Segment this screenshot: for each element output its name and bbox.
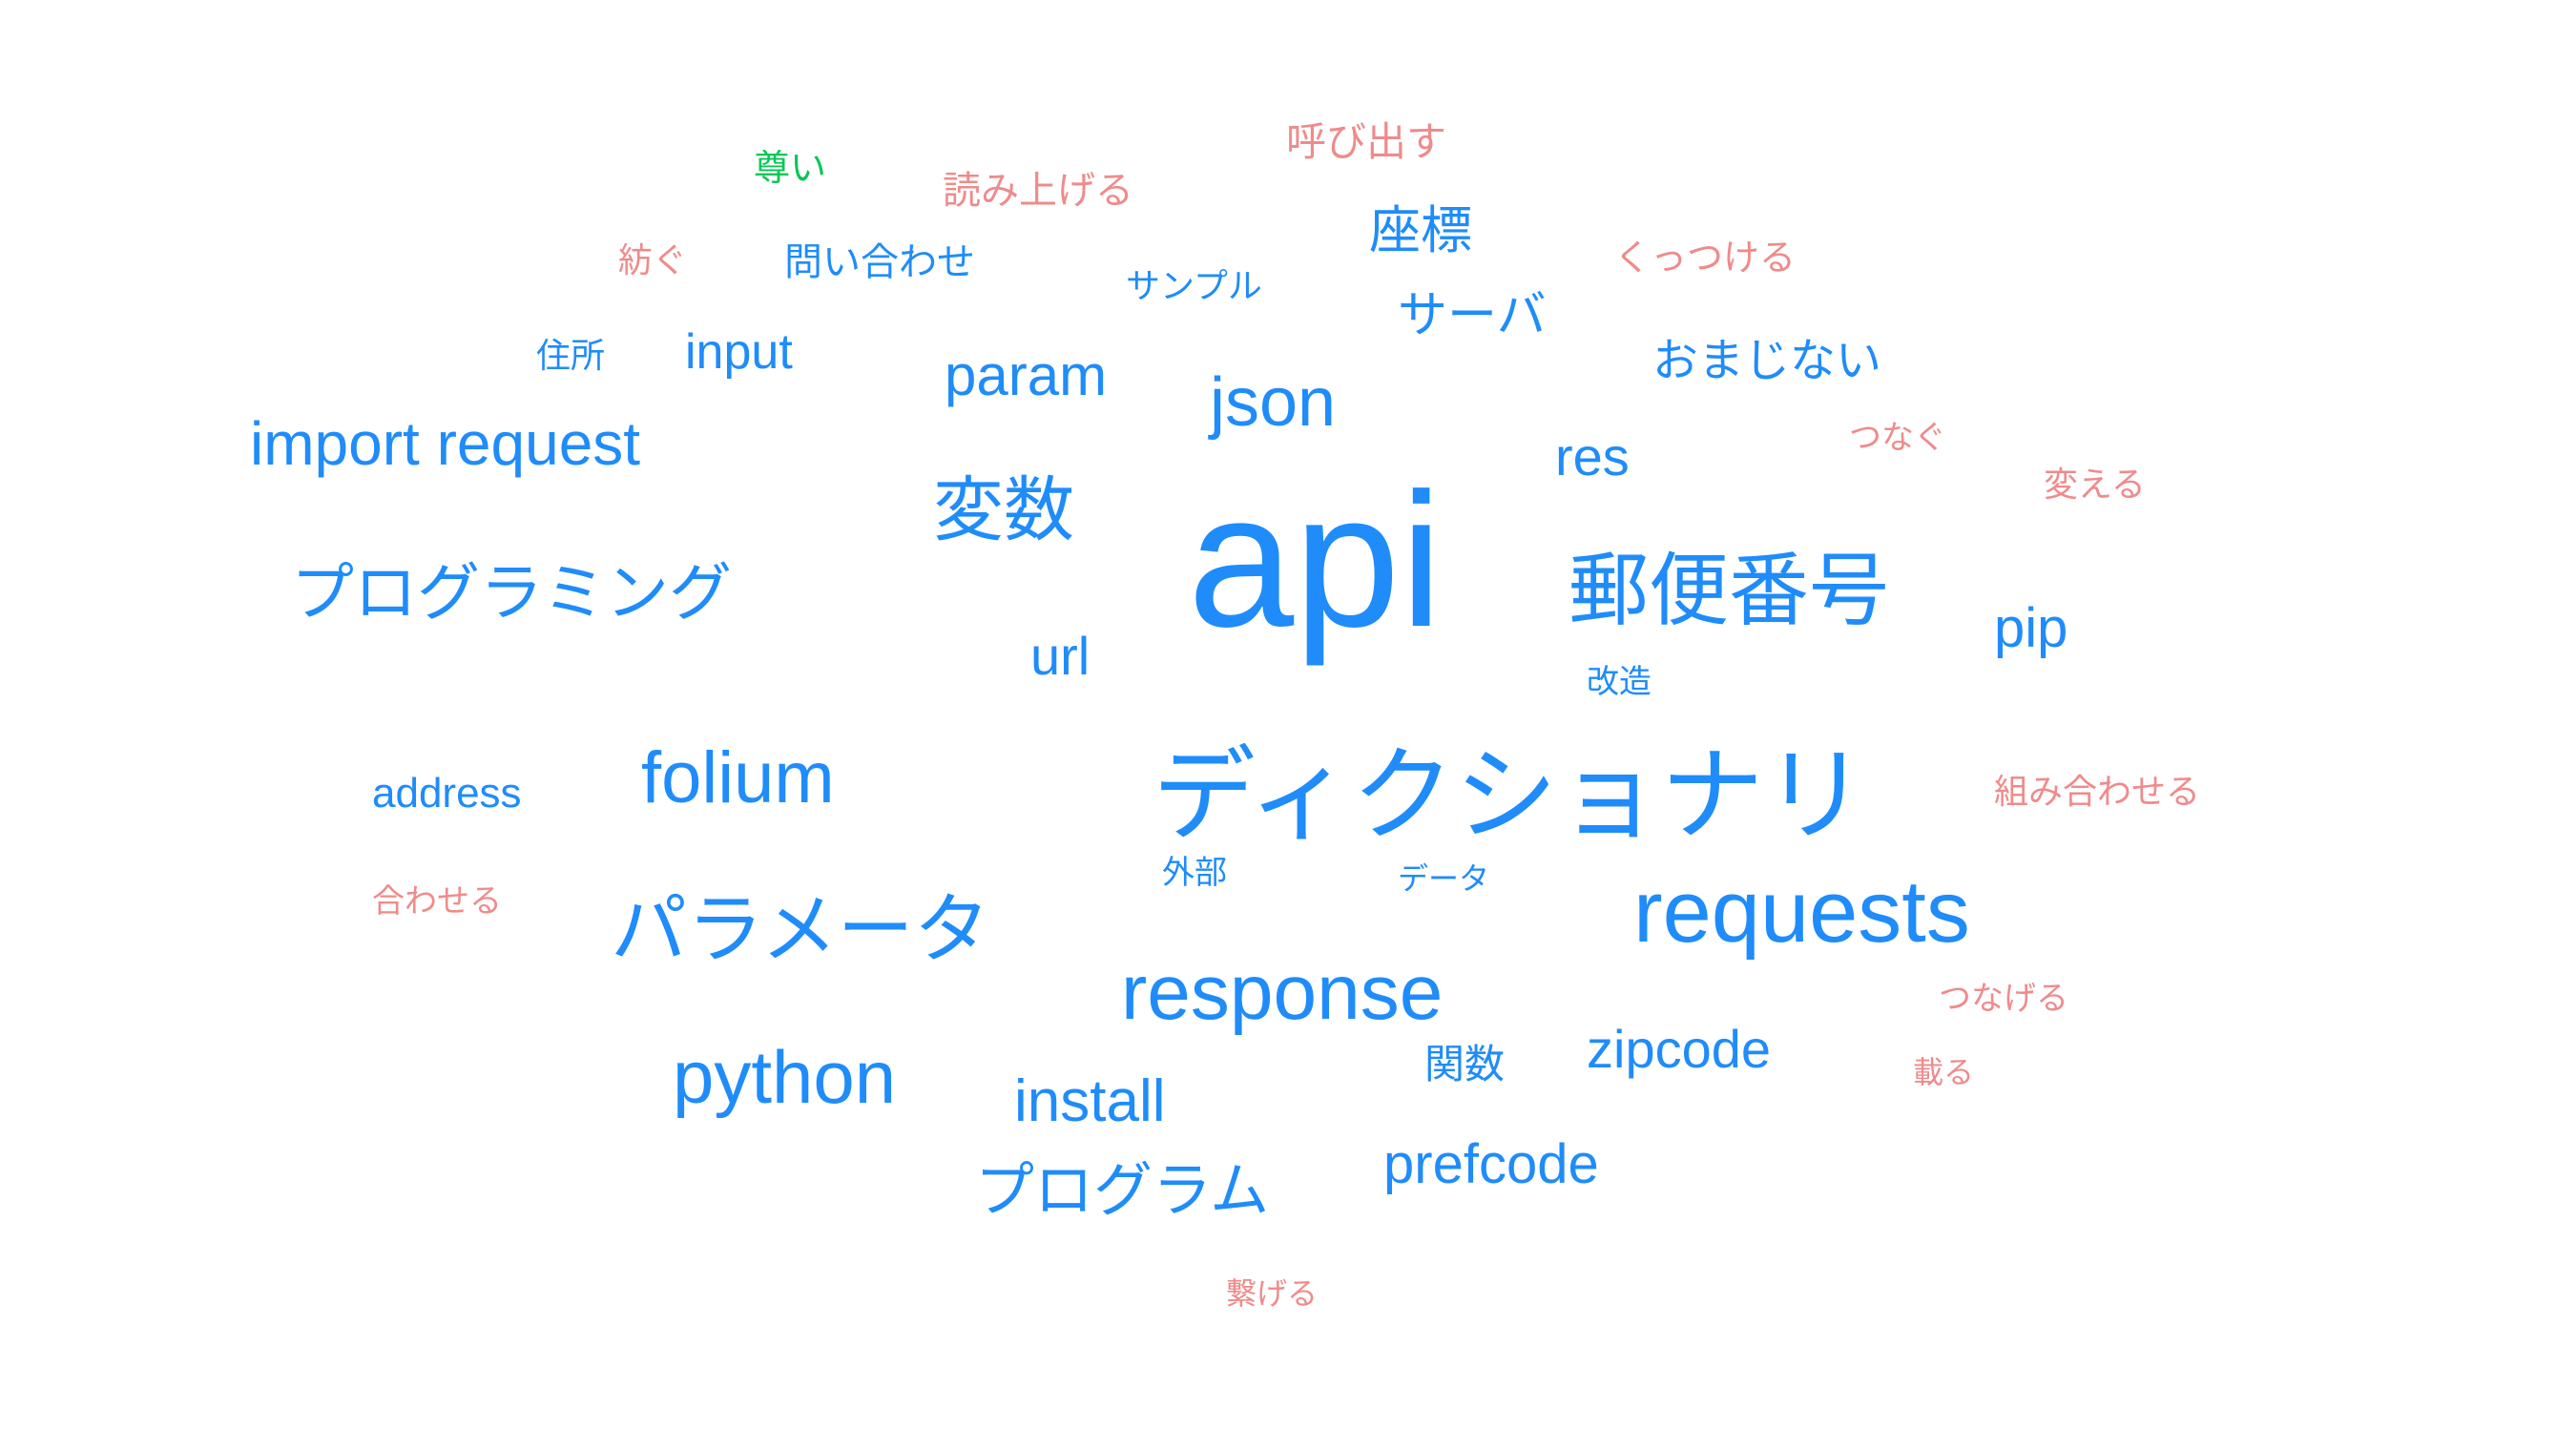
word-cloud-term: 改造	[1587, 664, 1652, 700]
word-cloud-term: install	[1014, 1068, 1166, 1134]
word-cloud-term: 関数	[1424, 1042, 1506, 1087]
word-cloud-term: 呼び出す	[1286, 119, 1447, 164]
word-cloud-term: res	[1555, 426, 1630, 486]
word-cloud-term: 載る	[1913, 1055, 1975, 1089]
word-cloud-term: 組み合わせる	[1994, 772, 2201, 811]
word-cloud-term: 紡ぐ	[618, 240, 688, 279]
word-cloud-term: サーバ	[1398, 288, 1547, 343]
word-cloud-term: くっつける	[1614, 238, 1797, 279]
word-cloud-term: ディクショナリ	[1153, 737, 1867, 853]
word-cloud-term: folium	[641, 737, 835, 818]
word-cloud-term: python	[673, 1035, 897, 1119]
word-cloud-term: プログラミング	[291, 557, 732, 628]
word-cloud-term: サンプル	[1126, 266, 1262, 305]
word-cloud-term: つなげる	[1939, 981, 2068, 1017]
word-cloud-term: json	[1210, 364, 1337, 441]
word-cloud-term: 繋げる	[1226, 1276, 1319, 1311]
word-cloud-term: 座標	[1369, 202, 1472, 259]
word-cloud-term: つなぐ	[1849, 420, 1946, 456]
word-cloud-term: 外部	[1162, 855, 1227, 891]
word-cloud-canvas: api ディクショナリ requests response 郵便番号パラメータ pytho…	[0, 0, 2576, 1449]
word-cloud-term: 住所	[536, 336, 606, 375]
word-cloud-term: address	[372, 770, 522, 817]
word-cloud-term: プログラム	[975, 1158, 1270, 1224]
word-cloud-term: pip	[1994, 597, 2068, 659]
word-cloud-term: 問い合わせ	[784, 241, 975, 283]
word-cloud-term: input	[685, 324, 793, 380]
word-cloud-term: データ	[1398, 861, 1490, 896]
word-cloud-term: response	[1121, 949, 1444, 1036]
word-cloud-term: requests	[1633, 863, 1970, 961]
word-cloud-term: 変数	[933, 470, 1074, 549]
word-cloud-term: prefcode	[1383, 1133, 1599, 1195]
word-cloud-term: 合わせる	[372, 883, 502, 920]
word-cloud-term: 尊い	[754, 149, 827, 189]
word-cloud-term: zipcode	[1587, 1019, 1772, 1079]
word-cloud-term: 郵便番号	[1568, 546, 1890, 635]
word-cloud-term: url	[1030, 626, 1091, 686]
word-cloud-term: api	[1188, 454, 1443, 667]
word-cloud-term: パラメータ	[611, 887, 990, 972]
word-cloud-term: おまじない	[1652, 336, 1882, 386]
word-cloud-term: param	[945, 343, 1108, 407]
word-cloud-term: 変える	[2044, 465, 2146, 504]
word-cloud-term: 読み上げる	[943, 170, 1133, 212]
word-cloud-term: import request	[250, 409, 641, 478]
